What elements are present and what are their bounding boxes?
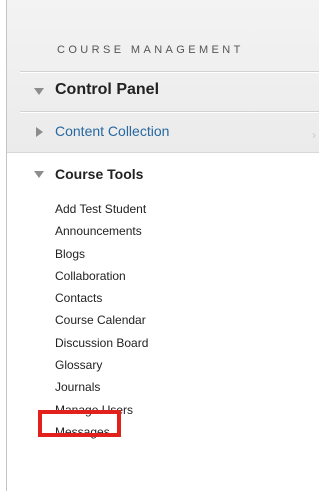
tool-item-course-calendar[interactable]: Course Calendar (55, 312, 148, 334)
section-header: COURSE MANAGEMENT (57, 44, 244, 56)
tool-item-journals[interactable]: Journals (55, 379, 148, 401)
panel-separator (7, 152, 319, 153)
expand-triangle-icon[interactable] (34, 88, 44, 95)
content-collection-link[interactable]: Content Collection (55, 123, 169, 139)
tool-item-collaboration[interactable]: Collaboration (55, 268, 148, 290)
divider-highlight (20, 72, 319, 73)
expand-triangle-icon[interactable] (34, 171, 44, 178)
journals-highlight-box (38, 410, 121, 437)
tool-item-add-test-student[interactable]: Add Test Student (55, 201, 148, 223)
control-panel-heading[interactable]: Control Panel (55, 81, 159, 99)
divider-highlight (20, 112, 319, 113)
tool-item-discussion-board[interactable]: Discussion Board (55, 335, 148, 357)
tool-item-glossary[interactable]: Glossary (55, 357, 148, 379)
tool-item-blogs[interactable]: Blogs (55, 246, 148, 268)
chevron-right-icon[interactable]: › (312, 128, 316, 142)
tool-item-contacts[interactable]: Contacts (55, 290, 148, 312)
collapse-triangle-icon[interactable] (36, 127, 43, 137)
course-tools-heading[interactable]: Course Tools (55, 166, 143, 182)
tool-item-announcements[interactable]: Announcements (55, 223, 148, 245)
